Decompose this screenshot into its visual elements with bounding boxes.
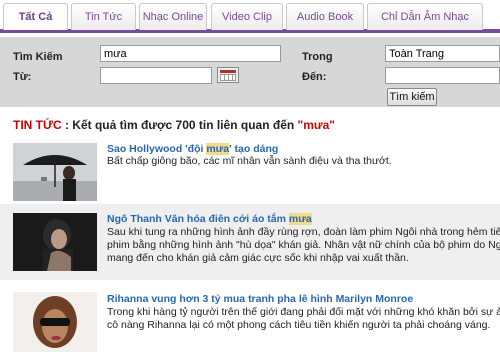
result-thumbnail[interactable] xyxy=(13,143,97,201)
tab-all[interactable]: Tất Cả xyxy=(3,3,68,30)
results-count-text: : Kết quả tìm được 700 tin liên quan đến xyxy=(61,118,298,132)
result-item: Ngô Thanh Vân hóa điên cởi áo tắm mưa Sa… xyxy=(0,204,500,280)
to-label: Đến: xyxy=(302,71,327,83)
keyword-label: Tìm Kiếm xyxy=(13,51,63,63)
title-text: Ngô Thanh Vân hóa điên cởi áo tắm xyxy=(107,213,289,225)
description-line: Trong khi hàng tỷ người trên thế giới đa… xyxy=(107,306,500,318)
scope-select[interactable]: Toàn Trang xyxy=(385,45,500,62)
title-text: Sao Hollywood 'đội xyxy=(107,143,207,155)
result-title-link[interactable]: Ngô Thanh Vân hóa điên cởi áo tắm mưa xyxy=(107,213,312,225)
tab-music-guide[interactable]: Chỉ Dẫn Âm Nhạc xyxy=(367,3,483,30)
tab-news[interactable]: Tin Tức xyxy=(71,3,136,30)
calendar-icon[interactable] xyxy=(217,67,239,83)
description-line: cô nàng Rihanna lại có một phong cách ti… xyxy=(107,319,491,331)
title-highlight: mưa xyxy=(206,143,230,155)
title-highlight: mưa xyxy=(288,213,312,225)
results-summary: TIN TỨC : Kết quả tìm được 700 tin liên … xyxy=(13,118,335,132)
scope-label: Trong xyxy=(302,51,333,63)
search-panel: Tìm Kiếm mưa Trong Toàn Trang Từ: Đến: T… xyxy=(0,37,500,107)
title-text: Rihanna vung hơn 3 tỷ mua tranh pha lê h… xyxy=(107,293,414,305)
result-thumbnail[interactable] xyxy=(13,213,97,271)
result-description: Sau khi tung ra những hình ảnh đầy rùng … xyxy=(107,226,500,265)
description-line: mang đến cho khán giả cảm giác cực sốc k… xyxy=(107,252,409,264)
description-line: Sau khi tung ra những hình ảnh đầy rùng … xyxy=(107,226,500,238)
result-item: Rihanna vung hơn 3 tỷ mua tranh pha lê h… xyxy=(0,284,500,352)
tab-music-online[interactable]: Nhạc Online xyxy=(139,3,207,30)
keyword-input[interactable]: mưa xyxy=(100,45,281,62)
from-label: Từ: xyxy=(13,71,32,83)
description-line: Bất chấp giông bão, các mĩ nhân vẫn sành… xyxy=(107,155,392,167)
result-item: Sao Hollywood 'đội mưa' tạo dáng Bất chấ… xyxy=(0,138,500,204)
description-line: phim bằng những hình ảnh "hù dọa" khán g… xyxy=(107,239,500,251)
title-text-end: ' tạo dáng xyxy=(229,143,279,155)
tab-video-clip[interactable]: Video Clip xyxy=(211,3,283,30)
from-date-input[interactable] xyxy=(100,67,212,84)
category-tab-bar: Tất Cả Tin Tức Nhạc Online Video Clip Au… xyxy=(0,0,500,33)
tab-audio-book[interactable]: Audio Book xyxy=(286,3,364,30)
results-category: TIN TỨC xyxy=(13,118,62,132)
result-description: Bất chấp giông bão, các mĩ nhân vẫn sành… xyxy=(107,155,500,168)
search-button[interactable]: Tìm kiếm xyxy=(387,88,437,106)
to-date-input[interactable] xyxy=(385,67,500,84)
results-keyword: "mưa" xyxy=(297,118,335,132)
result-title-link[interactable]: Rihanna vung hơn 3 tỷ mua tranh pha lê h… xyxy=(107,293,413,305)
result-title-link[interactable]: Sao Hollywood 'đội mưa' tạo dáng xyxy=(107,143,278,155)
result-thumbnail[interactable] xyxy=(13,292,97,352)
result-description: Trong khi hàng tỷ người trên thế giới đa… xyxy=(107,306,500,332)
